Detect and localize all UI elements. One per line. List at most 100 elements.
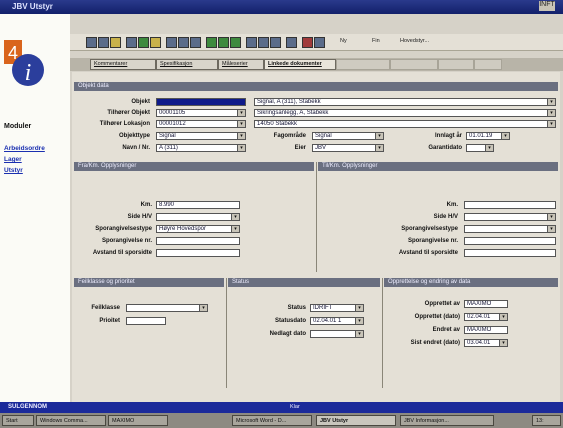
help-icon[interactable] — [314, 37, 325, 48]
objekttype-field[interactable]: Signal ▾ — [156, 132, 246, 140]
tab-spesifikasjon[interactable]: Spesifikasjon — [156, 59, 218, 70]
logo-icon: 4 i — [4, 40, 44, 86]
fra-spor-field[interactable]: Høyre Hovedspor ▾ — [156, 225, 240, 233]
dropdown-icon[interactable]: ▾ — [499, 314, 507, 320]
opprettet-dato-field[interactable]: 02.04.01 ▾ — [464, 313, 508, 321]
dropdown-icon[interactable]: ▾ — [199, 305, 207, 311]
dropdown-icon[interactable]: ▾ — [355, 305, 363, 311]
nav-link-utstyr[interactable]: Utstyr — [4, 167, 23, 174]
dropdown-icon[interactable]: ▾ — [231, 226, 239, 232]
task-windows-commander[interactable]: Windows Comma... — [36, 415, 106, 426]
endret-av-field[interactable]: MAXIMO — [464, 326, 508, 334]
dropdown-icon[interactable]: ▾ — [375, 133, 383, 139]
toolbar-hovedstyr-button[interactable]: Hovedstyr... — [400, 38, 429, 44]
tab-maleserier[interactable]: Måleserier — [218, 59, 264, 70]
tab-linkede-dokumenter[interactable]: Linkede dokumenter — [264, 59, 336, 70]
til-spor-label: Sporangivelsestype — [401, 226, 458, 232]
attach-icon[interactable] — [286, 37, 297, 48]
fra-avstand-field[interactable] — [156, 249, 240, 257]
fagomrade-field[interactable]: Signal ▾ — [312, 132, 384, 140]
garanti-field[interactable]: ▾ — [466, 144, 494, 152]
til-avstand-field[interactable] — [464, 249, 556, 257]
nav-link-arbeidsordre[interactable]: Arbeidsordre — [4, 145, 45, 152]
tab-kommentarer[interactable]: Kommentarer — [90, 59, 156, 70]
fra-spornr-label: Sporangivelse nr. — [101, 238, 152, 244]
opprettet-av-field[interactable]: MAXIMO — [464, 300, 508, 308]
dropdown-icon[interactable]: ▾ — [547, 214, 555, 220]
query-icon[interactable] — [138, 37, 149, 48]
save-icon[interactable] — [98, 37, 109, 48]
delete-icon[interactable] — [302, 37, 313, 48]
paste-icon[interactable] — [190, 37, 201, 48]
dropdown-icon[interactable]: ▾ — [499, 340, 507, 346]
preview-icon[interactable] — [258, 37, 269, 48]
til-spornr-label: Sporangivelse nr. — [407, 238, 458, 244]
dropdown-icon[interactable]: ▾ — [355, 331, 363, 337]
tilhorer-objekt-description-field[interactable]: Sikringsanlegg, A, Stabekk ▾ — [254, 109, 556, 117]
til-km-field[interactable] — [464, 201, 556, 209]
statusdato-field[interactable]: 02.04.01 1 ▾ — [310, 317, 364, 325]
objekt-description-field[interactable]: Signal, A (311), Stabekk ▾ — [254, 98, 556, 106]
nedlagt-field[interactable]: ▾ — [310, 330, 364, 338]
dropdown-icon[interactable]: ▾ — [237, 110, 245, 116]
status-field[interactable]: IDRIFT ▾ — [310, 304, 364, 312]
toolbar-fin-button[interactable]: Fin — [372, 38, 380, 44]
prioritet-field[interactable] — [126, 317, 166, 325]
fra-side-field[interactable]: ▾ — [156, 213, 240, 221]
task-word[interactable]: Microsoft Word - D... — [232, 415, 312, 426]
dropdown-icon[interactable]: ▾ — [237, 121, 245, 127]
dropdown-icon[interactable]: ▾ — [547, 99, 555, 105]
feilklasse-field[interactable]: ▾ — [126, 304, 208, 312]
nedlagt-label: Nedlagt dato — [269, 331, 306, 337]
cut-icon[interactable] — [166, 37, 177, 48]
new-record-icon[interactable] — [86, 37, 97, 48]
til-spornr-field[interactable] — [464, 237, 556, 245]
previous-record-icon[interactable] — [218, 37, 229, 48]
objekt-code-field[interactable] — [156, 98, 246, 106]
innlagt-field[interactable]: 01.01.19 ▾ — [466, 132, 510, 140]
dropdown-icon[interactable]: ▾ — [501, 133, 509, 139]
dropdown-icon[interactable]: ▾ — [547, 110, 555, 116]
task-maximo[interactable]: MAXIMO — [108, 415, 168, 426]
nav-link-lager[interactable]: Lager — [4, 156, 22, 163]
task-jbv-informasjon[interactable]: JBV Informasjon... — [400, 415, 494, 426]
dropdown-icon[interactable]: ▾ — [375, 145, 383, 151]
til-spor-field[interactable]: ▾ — [464, 225, 556, 233]
dropdown-icon[interactable]: ▾ — [547, 121, 555, 127]
til-side-field[interactable]: ▾ — [464, 213, 556, 221]
tilhorer-lokasjon-code-field[interactable]: 00001012 ▾ — [156, 120, 246, 128]
search-icon[interactable] — [126, 37, 137, 48]
dropdown-icon[interactable]: ▾ — [485, 145, 493, 151]
first-record-icon[interactable] — [206, 37, 217, 48]
edit-icon[interactable] — [110, 37, 121, 48]
dropdown-icon[interactable]: ▾ — [231, 214, 239, 220]
fagomrade-label: Fagområde — [273, 133, 306, 139]
filter-icon[interactable] — [150, 37, 161, 48]
report-icon[interactable] — [270, 37, 281, 48]
feil-section-header: Feilklasse og prioritet — [74, 278, 224, 287]
dropdown-icon[interactable]: ▾ — [237, 145, 245, 151]
sist-endret-field[interactable]: 03.04.01 ▾ — [464, 339, 508, 347]
til-avstand-label: Avstand til sporsidte — [398, 250, 458, 256]
dropdown-icon[interactable]: ▾ — [547, 226, 555, 232]
section-divider — [316, 162, 317, 272]
tilhorer-objekt-code-field[interactable]: 00001105 ▾ — [156, 109, 246, 117]
next-record-icon[interactable] — [230, 37, 241, 48]
dropdown-icon[interactable]: ▾ — [355, 318, 363, 324]
toolbar-ny-button[interactable]: Ny — [340, 38, 347, 44]
window-controls[interactable]: INFT — [539, 1, 555, 11]
title-bar: JBV Utstyr INFT — [0, 0, 563, 14]
status-label: Status — [287, 305, 306, 311]
til-section-header: Til/Km. Opplysninger — [318, 162, 558, 171]
print-icon[interactable] — [246, 37, 257, 48]
start-button[interactable]: Start — [2, 415, 34, 426]
copy-icon[interactable] — [178, 37, 189, 48]
fra-km-field[interactable]: 8.990 — [156, 201, 240, 209]
dropdown-icon[interactable]: ▾ — [237, 133, 245, 139]
fra-spornr-field[interactable] — [156, 237, 240, 245]
task-jbv-utstyr[interactable]: JBV Utstyr — [316, 415, 396, 426]
navn-field[interactable]: A (311) ▾ — [156, 144, 246, 152]
eier-field[interactable]: JBV ▾ — [312, 144, 384, 152]
tilhorer-lokasjon-description-field[interactable]: 14050 Stabekk ▾ — [254, 120, 556, 128]
garanti-label: Garantidato — [428, 145, 462, 151]
